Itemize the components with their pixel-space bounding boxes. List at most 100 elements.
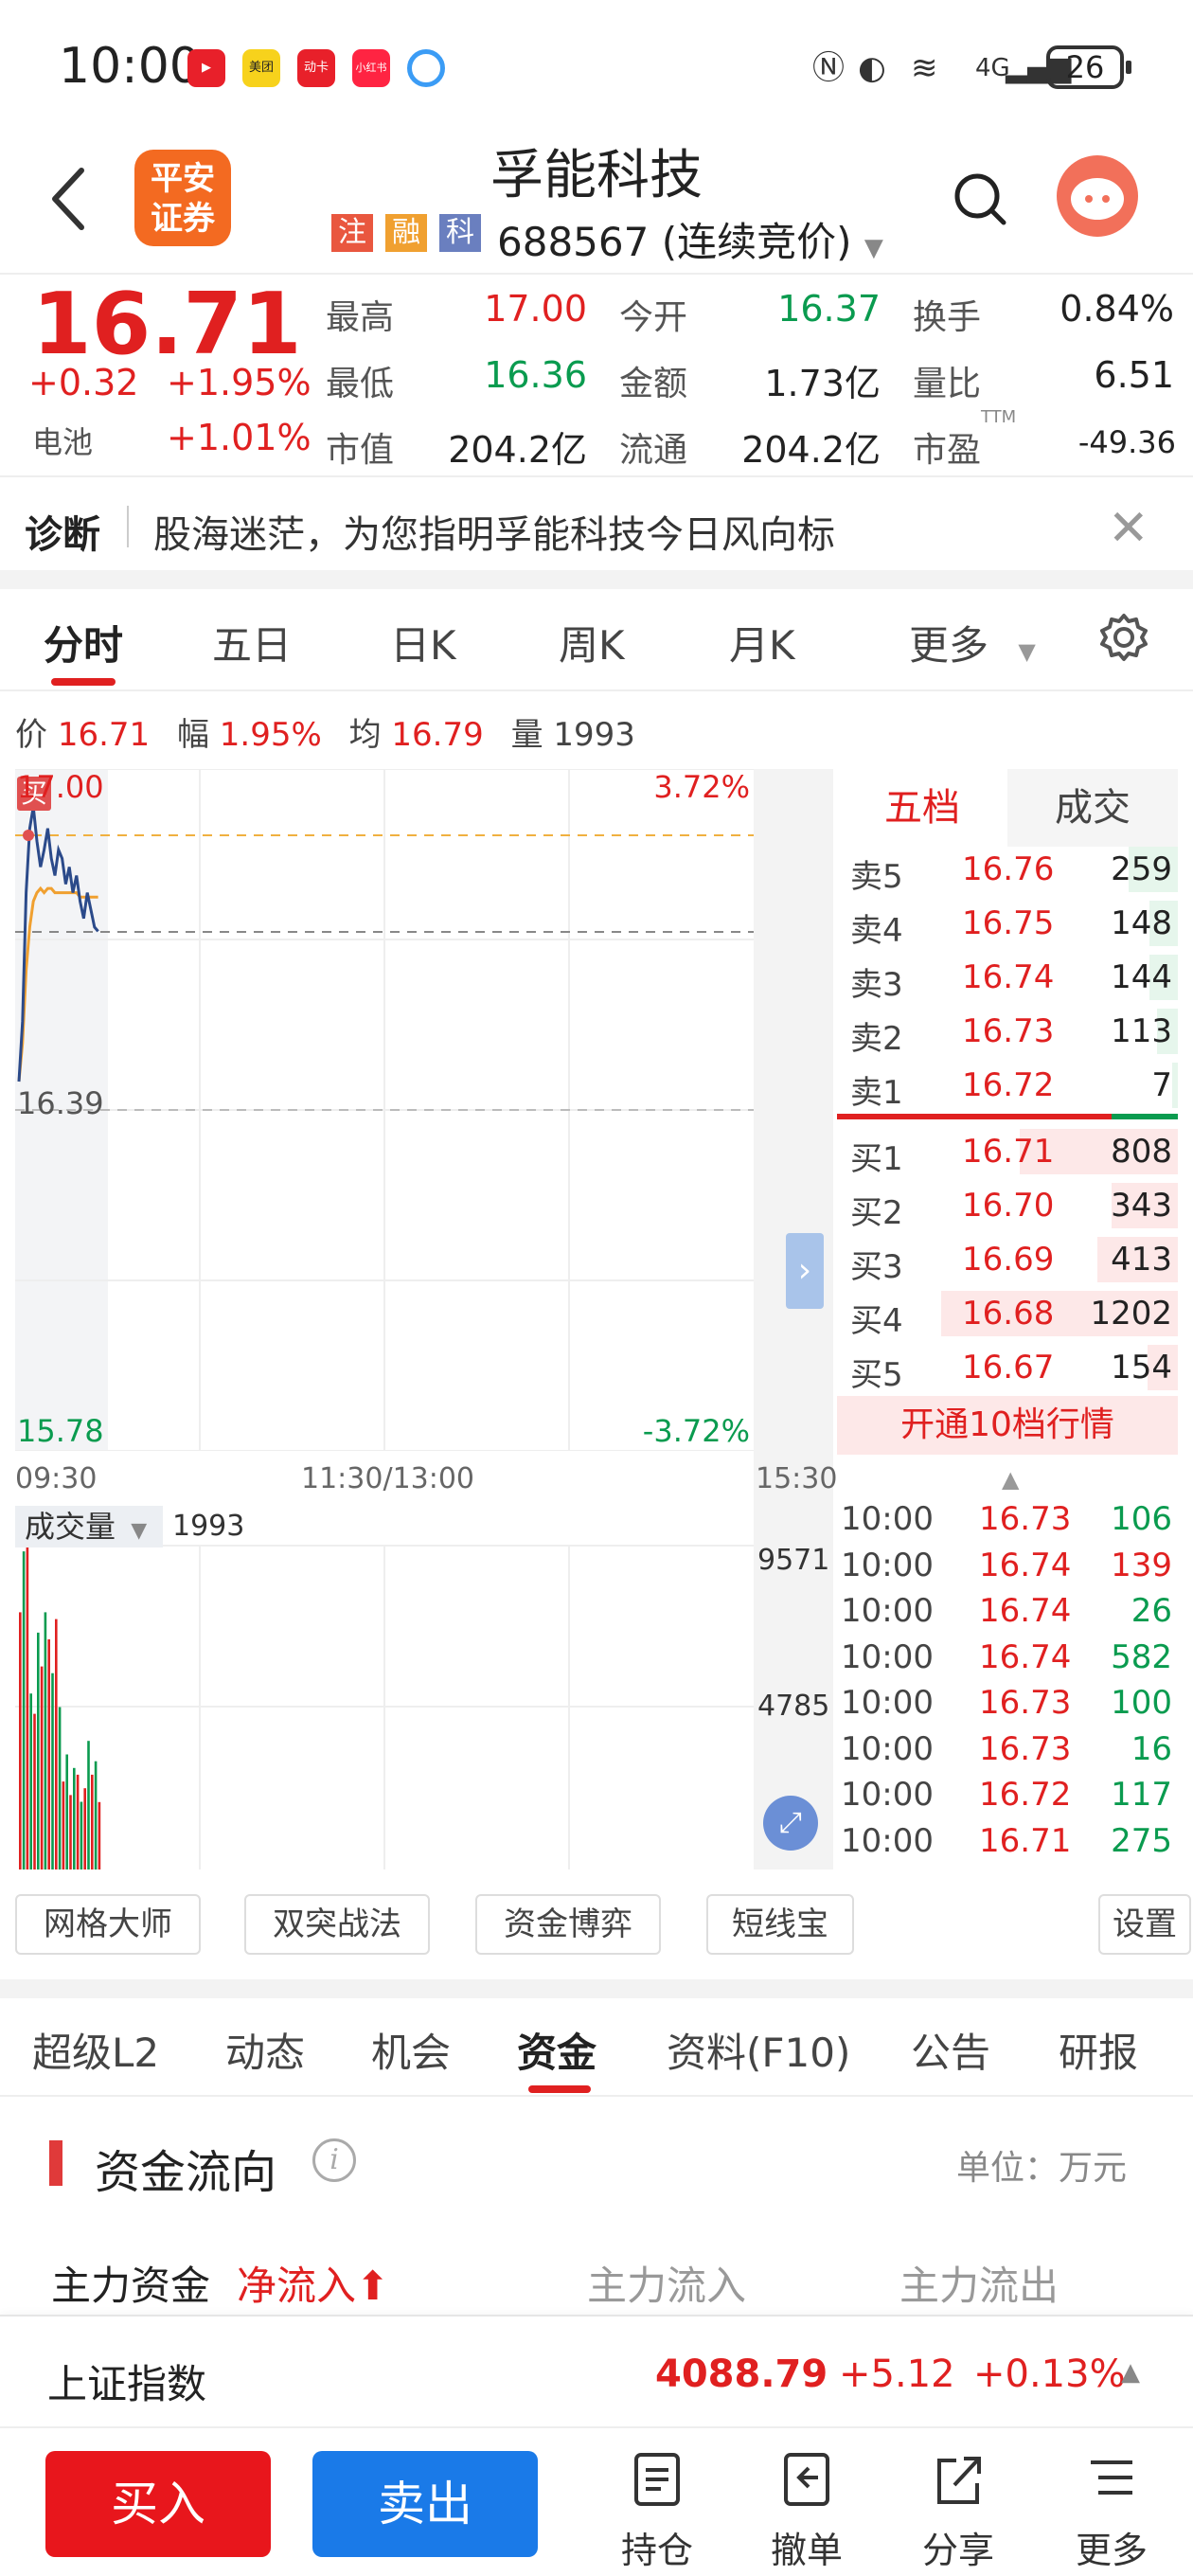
tool-double-breakout[interactable]: 双突战法 [244,1894,430,1955]
trade-tick-row: 10:00 16.73 100 [837,1680,1178,1726]
tool-grid-master[interactable]: 网格大师 [15,1894,201,1955]
cancel-order-button[interactable]: 撤单 [750,2449,864,2573]
field-float-cap: 204.2亿 [741,429,881,471]
tab-news-feed[interactable]: 动态 [225,2021,305,2079]
share-button[interactable]: 分享 [901,2449,1015,2573]
main-outflow-label: 主力流出 [899,2263,1059,2309]
share-label: 分享 [921,2530,994,2571]
field-label: 金额 [619,365,688,403]
close-icon[interactable]: ✕ [1108,500,1149,557]
field-label: 今开 [619,298,688,337]
x-label-midday: 11:30/13:00 [301,1462,475,1495]
bid-volume: 343 [1111,1187,1172,1225]
ask-row[interactable]: 卖5 16.76 259 [837,843,1178,896]
assistant-avatar-icon[interactable] [1057,155,1138,237]
caret-up-icon[interactable]: ▲ [1002,1466,1019,1493]
volume-bar [29,1693,32,1869]
dongfang-app-icon: 动卡 [297,49,335,87]
ask-row[interactable]: 卖3 16.74 144 [837,951,1178,1004]
tick-time: 10:00 [841,1821,934,1860]
buy-button[interactable]: 买入 [45,2451,271,2557]
tab-announcements[interactable]: 公告 [911,2021,990,2079]
caret-down-icon: ▼ [1018,638,1036,665]
sell-button[interactable]: 卖出 [312,2451,538,2557]
volume-bar [19,1612,22,1869]
stock-code[interactable]: 688567 (连续竞价) ▼ [497,210,883,268]
ask-row[interactable]: 卖1 16.72 7 [837,1059,1178,1112]
ask-volume: 113 [1111,1012,1172,1050]
ask-price: 16.74 [962,958,1055,996]
tick-volume: 16 [1131,1729,1172,1768]
diagnose-banner[interactable]: 诊断 股海迷茫，为您指明孚能科技今日风向标 ✕ [0,475,1193,570]
tick-time: 10:00 [841,1684,934,1722]
tab-weekly-k[interactable]: 周K [559,614,625,671]
fullscreen-icon[interactable]: ⤢ [763,1796,818,1851]
more-button[interactable]: 更多 [1055,2449,1168,2573]
bid-label: 买2 [850,1194,903,1232]
field-label: 量比 [913,365,982,403]
intraday-chart-svg [15,768,754,1452]
field-label: 最高 [326,298,395,337]
volume-chart[interactable]: 成交量 ▼ 1993 9571 4785 [15,1506,829,1869]
holdings-button[interactable]: 持仓 [600,2449,714,2573]
tab-level-five[interactable]: 五档 [837,769,1007,847]
tool-short-term[interactable]: 短线宝 [706,1894,854,1955]
volume-indicator-select[interactable]: 成交量 ▼ [15,1506,163,1547]
ask-label: 卖3 [850,966,903,1004]
tag-registration: 注 [331,214,373,252]
ask-row[interactable]: 卖2 16.73 113 [837,1005,1178,1058]
volume-bar [33,1713,36,1869]
bid-row[interactable]: 买5 16.67 154 [837,1341,1178,1394]
bid-row[interactable]: 买2 16.70 343 [837,1179,1178,1232]
tab-super-l2[interactable]: 超级L2 [32,2021,159,2079]
ask-volume: 144 [1111,958,1172,996]
index-ticker-bar[interactable]: 上证指数 4088.79 +5.12 +0.13% ▲ [0,2315,1193,2426]
broker-logo[interactable]: 平安 证券 [134,150,231,246]
tab-five-day[interactable]: 五日 [212,614,292,671]
tools-settings-button[interactable]: 设置 [1098,1894,1191,1955]
tool-capital-game[interactable]: 资金博弈 [475,1894,661,1955]
tab-f10[interactable]: 资料(F10) [667,2021,850,2079]
stock-code-number: 688567 [497,219,650,265]
tab-capital[interactable]: 资金 [517,2021,596,2079]
volume-bar [94,1761,98,1869]
back-button[interactable] [45,161,93,237]
tab-more[interactable]: 更多 ▼ [909,614,1036,671]
xiaohongshu-app-icon: 小红书 [352,49,390,87]
tab-trades[interactable]: 成交 [1007,769,1178,847]
expand-right-icon[interactable]: › [786,1233,824,1309]
bid-volume: 413 [1111,1241,1172,1279]
tab-daily-k[interactable]: 日K [390,614,456,671]
volume-bar [58,1707,62,1869]
sector-name[interactable]: 电池 [32,419,93,462]
tick-time: 10:00 [841,1546,934,1584]
intraday-chart[interactable]: 买 17.00 3.72% 16.39 15.78 -3.72% [15,768,754,1452]
meituan-app-icon: 美团 [242,49,280,87]
tick-time: 10:00 [841,1729,934,1768]
more-label: 更多 [1075,2530,1148,2571]
index-value: 4088.79 [655,2352,828,2396]
tick-price: 16.74 [979,1546,1072,1584]
tab-research[interactable]: 研报 [1059,2021,1138,2079]
ask-row[interactable]: 卖4 16.75 148 [837,897,1178,950]
bid-row[interactable]: 买4 16.68 1202 [837,1287,1178,1340]
info-icon[interactable]: i [312,2138,356,2182]
bid-row[interactable]: 买3 16.69 413 [837,1233,1178,1286]
volume-bar [40,1666,44,1869]
upgrade-level10-button[interactable]: 开通10档行情 [837,1396,1178,1455]
tab-intraday[interactable]: 分时 [44,614,123,671]
search-button[interactable] [952,170,1008,227]
tab-opportunity[interactable]: 机会 [371,2021,451,2079]
tag-star-market: 科 [439,214,481,252]
tick-price: 16.74 [979,1637,1072,1676]
tab-monthly-k[interactable]: 月K [729,614,795,671]
caret-up-icon[interactable]: ▲ [1121,2358,1140,2387]
chart-settings-button[interactable] [1098,612,1149,667]
bid-row[interactable]: 买1 16.71 808 [837,1125,1178,1178]
net-inflow-label: 净流入⬆ [237,2254,389,2312]
tick-volume: 275 [1111,1821,1172,1860]
sector-change-pct: +1.01% [167,417,312,458]
volume-bar [55,1619,58,1869]
period-tabs: 分时 五日 日K 周K 月K 更多 ▼ [0,589,1193,691]
ask-label: 卖5 [850,858,903,896]
